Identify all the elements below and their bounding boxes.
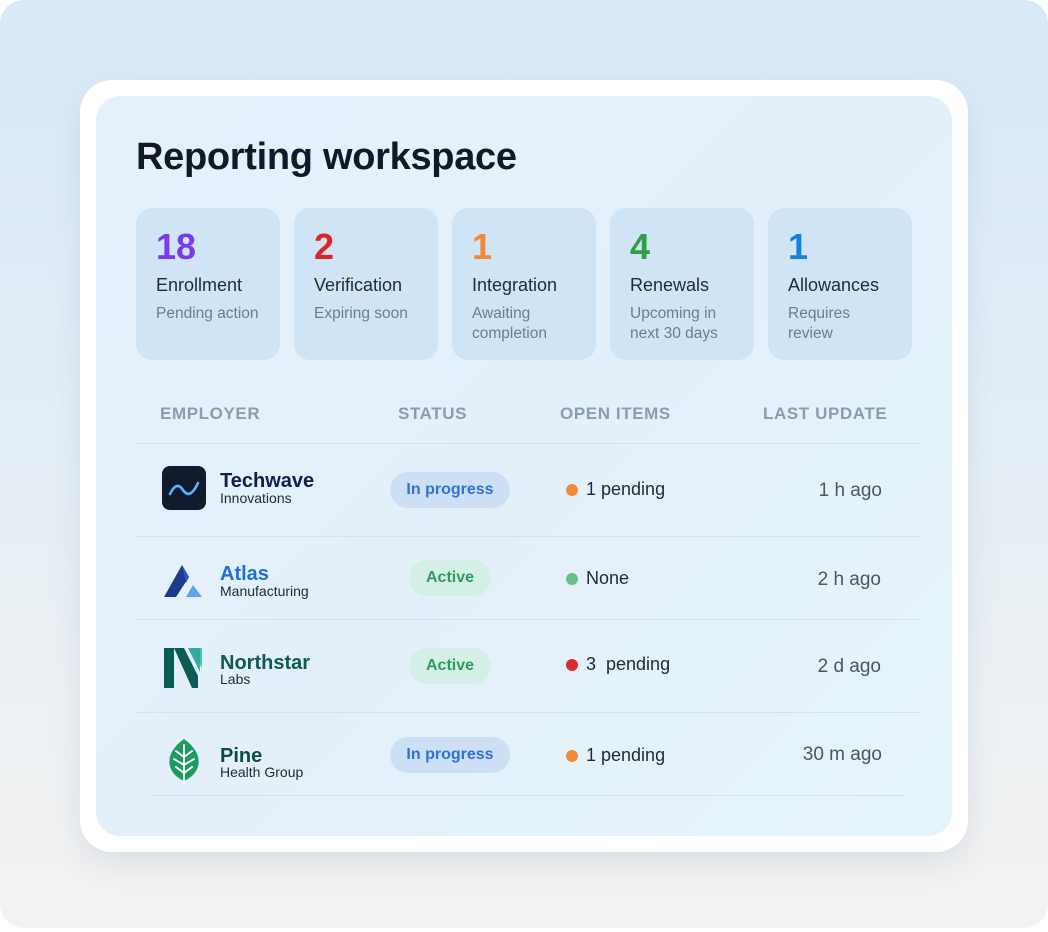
atlas-logo-icon	[162, 557, 206, 601]
stat-sub: Requires review	[788, 305, 851, 342]
open-items-dot	[566, 659, 578, 671]
employer-subname: Health Group	[220, 764, 304, 780]
open-items: 1 pending	[586, 745, 666, 765]
table-row[interactable]: Northstar Labs Active 3 pending 2 d ago	[136, 620, 920, 712]
column-header-status[interactable]: STATUS	[398, 404, 467, 424]
column-header-open-items[interactable]: OPEN ITEMS	[560, 404, 671, 424]
stat-label: Integration	[472, 275, 558, 295]
stat-card-enrollment[interactable]: 18 Enrollment Pending action	[136, 208, 280, 360]
employer-name: Techwave	[220, 470, 315, 492]
stat-card-verification[interactable]: 2 Verification Expiring soon	[294, 208, 438, 360]
open-items: 3 pending	[586, 654, 671, 674]
open-items: None	[586, 568, 630, 588]
stat-sub: Upcoming in next 30 days	[630, 305, 718, 342]
stat-label: Enrollment	[156, 275, 243, 295]
column-header-employer[interactable]: EMPLOYER	[160, 404, 260, 424]
stat-label: Verification	[314, 275, 403, 295]
employer-name: Atlas	[220, 563, 269, 585]
stat-value: 1	[472, 226, 493, 267]
status-badge: In progress	[390, 472, 510, 508]
employer-subname: Innovations	[220, 490, 292, 506]
open-items: 1 pending	[586, 479, 666, 499]
column-header-last-update[interactable]: LAST UPDATE	[763, 404, 887, 424]
page-title: Reporting workspace	[136, 136, 517, 178]
stat-sub: Awaiting completion	[472, 305, 547, 342]
stat-value: 4	[630, 226, 651, 267]
stat-label: Allowances	[788, 275, 880, 295]
stat-value: 18	[156, 226, 197, 267]
stat-card-allowances[interactable]: 1 Allowances Requires review	[768, 208, 912, 360]
last-update: 1 h ago	[818, 480, 882, 501]
open-items-dot	[566, 750, 578, 762]
stat-card-integration[interactable]: 1 Integration Awaiting completion	[452, 208, 596, 360]
stat-sub: Expiring soon	[314, 305, 408, 322]
pine-logo-icon	[162, 737, 206, 784]
status-badge: In progress	[390, 737, 510, 773]
table-row[interactable]: Atlas Manufacturing Active None 2 h ago	[136, 537, 920, 619]
stat-label: Renewals	[630, 275, 710, 295]
table-row[interactable]: Pine Health Group In progress 1 pending …	[136, 713, 920, 795]
open-items-dot	[566, 573, 578, 585]
last-update: 30 m ago	[802, 744, 882, 765]
status-badge: Active	[409, 560, 491, 596]
row-divider	[150, 795, 904, 796]
stat-sub: Pending action	[156, 305, 259, 322]
open-items-dot	[566, 484, 578, 496]
employer-subname: Labs	[220, 671, 251, 687]
stat-card-renewals[interactable]: 4 Renewals Upcoming in next 30 days	[610, 208, 754, 360]
stat-value: 1	[788, 226, 809, 267]
employer-subname: Manufacturing	[220, 583, 309, 599]
techwave-logo-icon	[162, 466, 206, 510]
table-row[interactable]: Techwave Innovations In progress 1 pendi…	[136, 444, 920, 536]
last-update: 2 d ago	[817, 656, 881, 677]
last-update: 2 h ago	[817, 569, 881, 590]
northstar-logo-icon	[162, 646, 206, 690]
stat-value: 2	[314, 226, 335, 267]
status-badge: Active	[409, 648, 491, 684]
